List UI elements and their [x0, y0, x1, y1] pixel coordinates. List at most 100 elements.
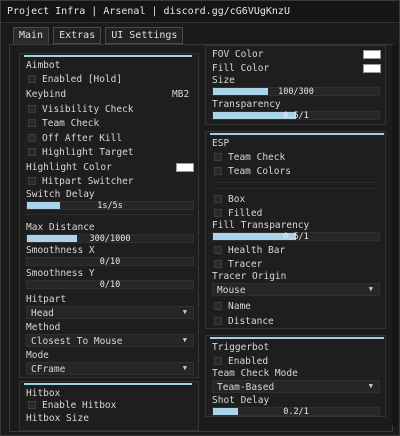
- name-checkbox[interactable]: [214, 302, 222, 310]
- tracer-origin-value: Mouse: [217, 285, 246, 296]
- esp-team-check-checkbox[interactable]: [214, 153, 222, 161]
- aimbot-enabled-checkbox[interactable]: [28, 75, 36, 83]
- distance-checkbox[interactable]: [214, 317, 222, 325]
- tracer-origin-dropdown[interactable]: Mouse ▼: [212, 283, 380, 296]
- hitpart-switcher-toggle[interactable]: Hitpart Switcher: [28, 176, 134, 187]
- distance-toggle[interactable]: Distance: [214, 316, 274, 327]
- hitpart-dropdown[interactable]: Head ▼: [26, 306, 194, 319]
- smoothness-x-slider[interactable]: 0/10: [26, 257, 194, 267]
- esp-separator-1: [212, 182, 380, 183]
- aimbot-panel: Aimbot Enabled [Hold] Keybind MB2 Visibi…: [19, 53, 199, 378]
- esp-title: ESP: [212, 138, 230, 149]
- chevron-down-icon: ▼: [182, 336, 187, 344]
- highlight-target-toggle[interactable]: Highlight Target: [28, 147, 134, 158]
- off-after-kill-toggle[interactable]: Off After Kill: [28, 133, 122, 144]
- visibility-check-toggle[interactable]: Visibility Check: [28, 104, 134, 115]
- tab-main[interactable]: Main: [13, 27, 50, 44]
- aimbot-separator: [26, 214, 194, 215]
- triggerbot-title: Triggerbot: [212, 342, 270, 353]
- mode-dropdown[interactable]: CFrame ▼: [26, 362, 194, 375]
- hitbox-size-label: Hitbox Size: [26, 413, 89, 424]
- method-label: Method: [26, 322, 61, 333]
- smoothness-x-label: Smoothness X: [26, 245, 95, 256]
- fill-transparency-slider[interactable]: 0.5/1: [212, 232, 380, 242]
- scrollbar[interactable]: [392, 45, 398, 425]
- tracer-origin-label: Tracer Origin: [212, 271, 287, 282]
- max-distance-slider[interactable]: 300/1000: [26, 234, 194, 244]
- aimbot-team-check-toggle[interactable]: Team Check: [28, 118, 99, 129]
- fov-transparency-slider[interactable]: 0.5/1: [212, 111, 380, 121]
- enable-hitbox-checkbox[interactable]: [28, 401, 36, 409]
- mode-value: CFrame: [31, 364, 66, 375]
- smoothness-x-value: 0/10: [99, 257, 121, 267]
- fov-size-slider[interactable]: 100/300: [212, 87, 380, 97]
- esp-panel: ESP Team Check Team Colors Box Filled Fi…: [205, 131, 386, 329]
- team-colors-toggle[interactable]: Team Colors: [214, 166, 291, 177]
- max-distance-value: 300/1000: [89, 234, 131, 244]
- aimbot-team-check-checkbox[interactable]: [28, 119, 36, 127]
- triggerbot-enabled-toggle[interactable]: Enabled: [214, 356, 268, 367]
- fov-color-label: FOV Color: [212, 49, 264, 60]
- fill-color-label: Fill Color: [212, 63, 270, 74]
- keybind-value[interactable]: MB2: [172, 89, 189, 100]
- aimbot-title: Aimbot: [26, 60, 61, 71]
- box-toggle[interactable]: Box: [214, 194, 245, 205]
- health-bar-toggle[interactable]: Health Bar: [214, 245, 285, 256]
- filled-toggle[interactable]: Filled: [214, 208, 262, 219]
- highlight-color-label: Highlight Color: [26, 162, 112, 173]
- hitpart-switcher-checkbox[interactable]: [28, 177, 36, 185]
- team-check-mode-value: Team-Based: [217, 382, 275, 393]
- name-toggle[interactable]: Name: [214, 301, 251, 312]
- smoothness-y-slider[interactable]: 0/10: [26, 280, 194, 290]
- visibility-check-checkbox[interactable]: [28, 105, 36, 113]
- enable-hitbox-toggle[interactable]: Enable Hitbox: [28, 400, 116, 411]
- fov-transparency-label: Transparency: [212, 99, 281, 110]
- chevron-down-icon: ▼: [182, 308, 187, 316]
- hitpart-value: Head: [31, 308, 54, 319]
- off-after-kill-checkbox[interactable]: [28, 134, 36, 142]
- box-checkbox[interactable]: [214, 195, 222, 203]
- fov-size-value: 100/300: [278, 87, 314, 97]
- main-window: Project Infra | Arsenal | discord.gg/cG6…: [0, 0, 400, 436]
- fov-transparency-value: 0.5/1: [283, 111, 309, 121]
- fill-color-swatch[interactable]: [363, 64, 381, 73]
- fov-color-swatch[interactable]: [363, 50, 381, 59]
- shot-delay-slider[interactable]: 0.2/1: [212, 407, 380, 417]
- filled-checkbox[interactable]: [214, 209, 222, 217]
- team-check-mode-label: Team Check Mode: [212, 368, 298, 379]
- method-dropdown[interactable]: Closest To Mouse ▼: [26, 334, 194, 347]
- switch-delay-label: Switch Delay: [26, 189, 95, 200]
- mode-label: Mode: [26, 350, 49, 361]
- highlight-target-checkbox[interactable]: [28, 148, 36, 156]
- fov-panel: FOV Color Fill Color Size 100/300 Transp…: [205, 45, 386, 125]
- max-distance-label: Max Distance: [26, 222, 95, 233]
- team-colors-checkbox[interactable]: [214, 167, 222, 175]
- tab-ui-settings[interactable]: UI Settings: [105, 27, 184, 44]
- esp-team-check-toggle[interactable]: Team Check: [214, 152, 285, 163]
- title-bar[interactable]: Project Infra | Arsenal | discord.gg/cG6…: [1, 1, 399, 23]
- switch-delay-slider[interactable]: 1s/5s: [26, 201, 194, 211]
- hitbox-accent-line: [24, 383, 192, 385]
- hitbox-panel: Hitbox Enable Hitbox Hitbox Size: [19, 381, 199, 431]
- tracer-toggle[interactable]: Tracer: [214, 259, 262, 270]
- tracer-checkbox[interactable]: [214, 260, 222, 268]
- chevron-down-icon: ▼: [182, 364, 187, 372]
- triggerbot-panel: Triggerbot Enabled Team Check Mode Team-…: [205, 335, 386, 417]
- health-bar-checkbox[interactable]: [214, 246, 222, 254]
- esp-separator-2: [212, 188, 380, 189]
- triggerbot-enabled-checkbox[interactable]: [214, 357, 222, 365]
- method-value: Closest To Mouse: [31, 336, 123, 347]
- smoothness-y-label: Smoothness Y: [26, 268, 95, 279]
- triggerbot-accent-line: [210, 337, 384, 339]
- tab-extras[interactable]: Extras: [53, 27, 102, 44]
- team-check-mode-dropdown[interactable]: Team-Based ▼: [212, 380, 380, 393]
- smoothness-y-value: 0/10: [99, 280, 121, 290]
- hitbox-title: Hitbox: [26, 388, 61, 399]
- tab-content: Aimbot Enabled [Hold] Keybind MB2 Visibi…: [9, 44, 393, 432]
- highlight-color-swatch[interactable]: [176, 163, 194, 172]
- chevron-down-icon: ▼: [368, 285, 373, 293]
- aimbot-enabled-toggle[interactable]: Enabled [Hold]: [28, 74, 122, 85]
- keybind-label: Keybind: [26, 89, 67, 100]
- tab-bar: Main Extras UI Settings: [13, 27, 184, 45]
- shot-delay-value: 0.2/1: [283, 407, 309, 417]
